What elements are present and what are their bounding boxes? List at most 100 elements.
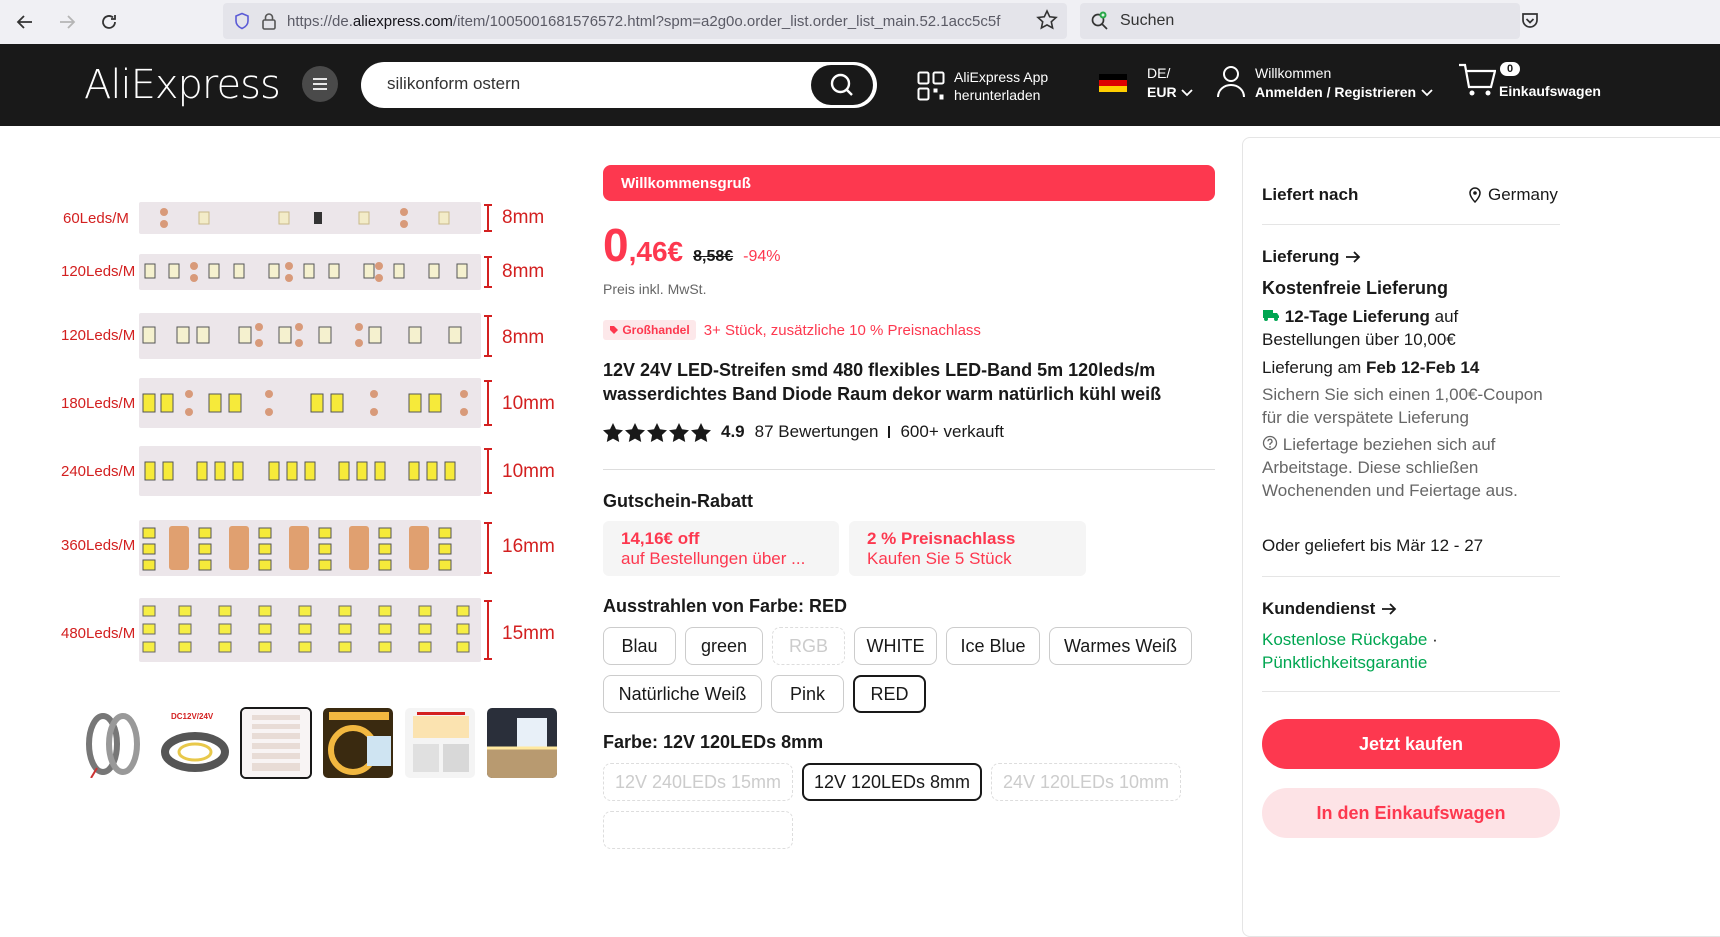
coupon-card[interactable]: 2 % Preisnachlass Kaufen Sie 5 Stück — [849, 521, 1086, 576]
browser-search-placeholder: Suchen — [1120, 12, 1175, 29]
browser-search-field[interactable]: Suchen — [1080, 3, 1520, 39]
category-menu-button[interactable] — [302, 66, 338, 102]
aliexpress-logo[interactable]: AliExpress — [84, 62, 281, 108]
cart-link[interactable]: 0 Einkaufswagen — [1458, 62, 1601, 103]
bookmark-star-icon[interactable] — [1036, 9, 1058, 31]
wholesale-text: 3+ Stück, zusätzliche 10 % Preisnachlass — [703, 321, 981, 339]
thumbnail[interactable] — [404, 707, 476, 779]
color-option[interactable]: Natürliche Weiß — [603, 675, 762, 713]
divider — [1262, 691, 1560, 692]
color-option[interactable]: Ice Blue — [946, 627, 1040, 665]
cart-count-badge: 0 — [1500, 62, 1521, 76]
color-option[interactable]: WHITE — [854, 627, 937, 665]
reviews-link[interactable]: 87 Bewertungen — [755, 422, 879, 442]
account-menu[interactable]: Willkommen Anmelden / Registrieren — [1215, 64, 1433, 102]
site-header: AliExpress AliExpress App herunterladen D… — [0, 44, 1720, 126]
led-strip-image — [139, 378, 481, 428]
free-delivery-title: Kostenfreie Lieferung — [1262, 278, 1449, 298]
coupon-title: 14,16€ off — [621, 529, 700, 548]
delivery-speed: 12-Tage Lieferung auf Bestellungen über … — [1262, 307, 1459, 349]
forward-button[interactable] — [46, 0, 88, 44]
discount-percent: -94% — [743, 248, 781, 265]
language-currency-selector[interactable]: DE/ EUR — [1147, 64, 1193, 102]
app-line2: herunterladen — [954, 87, 1041, 103]
ships-to-selector[interactable]: Germany — [1468, 185, 1558, 205]
delivery-heading[interactable]: Lieferung — [1262, 247, 1361, 267]
chevron-down-icon — [1421, 88, 1433, 96]
width-bracket — [484, 380, 492, 426]
shopping-cart-icon — [1459, 63, 1497, 96]
add-to-cart-button[interactable]: In den Einkaufswagen — [1262, 788, 1560, 838]
thumbnail[interactable] — [486, 707, 558, 779]
color-option[interactable]: Warmes Weiß — [1049, 627, 1192, 665]
strip-width-label: 16mm — [502, 536, 555, 557]
url-text: https://de.aliexpress.com/item/100500168… — [287, 12, 1001, 30]
workdays-note: Liefertage beziehen sich auf Arbeitstage… — [1262, 435, 1518, 500]
rating-value: 4.9 — [721, 422, 745, 441]
germany-flag-icon — [1099, 74, 1127, 92]
strip-width-label: 10mm — [502, 461, 555, 482]
color-option-selected[interactable]: RED — [853, 675, 926, 713]
product-main-image[interactable]: 60Leds/M 8mm 120Leds/M 8mm 120Leds/M 8mm… — [55, 180, 575, 680]
color-option[interactable]: green — [685, 627, 763, 665]
color-option[interactable]: Blau — [603, 627, 676, 665]
shield-icon — [235, 12, 249, 30]
buy-now-button[interactable]: Jetzt kaufen — [1262, 719, 1560, 769]
login-register-link[interactable]: Anmelden / Registrieren — [1255, 83, 1416, 102]
back-button[interactable] — [4, 0, 46, 44]
wholesale-badge: Großhandel — [603, 320, 696, 340]
original-price: 8,58€ — [693, 248, 734, 265]
led-strip-image — [139, 202, 481, 234]
free-returns-link[interactable]: Kostenlose Rückgabe — [1262, 630, 1427, 649]
late-delivery-coupon-note: Sichern Sie sich einen 1,00€-Coupon für … — [1262, 385, 1543, 427]
ships-to-label: Liefert nach — [1262, 185, 1359, 204]
wholesale-row: Großhandel 3+ Stück, zusätzliche 10 % Pr… — [603, 320, 981, 340]
thumbnail[interactable] — [322, 707, 394, 779]
reload-button[interactable] — [88, 0, 130, 44]
customer-service-heading[interactable]: Kundendienst — [1262, 599, 1397, 619]
variant-option-selected[interactable]: 12V 120LEDs 8mm — [802, 763, 982, 801]
color-option[interactable]: Pink — [771, 675, 844, 713]
coupon-card[interactable]: 14,16€ off auf Bestellungen über ... — [603, 521, 839, 576]
thumbnail[interactable]: DC12V/24V — [158, 707, 230, 779]
pocket-icon[interactable] — [1520, 11, 1540, 31]
star-icon — [691, 422, 711, 442]
coupon-heading: Gutschein-Rabatt — [603, 491, 754, 511]
currency-label: EUR — [1147, 84, 1177, 100]
star-icon — [625, 422, 645, 442]
star-icon — [647, 422, 667, 442]
coupon-title: 2 % Preisnachlass — [867, 529, 1016, 548]
qr-code-icon — [917, 71, 945, 101]
tag-icon — [610, 326, 618, 334]
reload-icon — [102, 15, 116, 29]
thumbnail[interactable] — [76, 707, 148, 779]
strip-density-label: 120Leds/M — [61, 327, 136, 344]
lock-icon — [262, 13, 276, 30]
strip-width-label: 10mm — [502, 393, 555, 414]
width-bracket — [484, 600, 492, 660]
site-search-button[interactable] — [811, 65, 873, 105]
site-search-input[interactable] — [387, 74, 787, 94]
strip-density-label: 180Leds/M — [61, 395, 136, 412]
variant-option-disabled[interactable] — [603, 811, 793, 849]
language-label: DE/ — [1147, 65, 1171, 81]
strip-density-label: 60Leds/M — [63, 210, 129, 227]
coupon-subtitle: Kaufen Sie 5 Stück — [867, 549, 1012, 568]
arrow-right-icon — [1346, 251, 1361, 263]
rating-row: 4.9 87 Bewertungen 600+ verkauft — [603, 422, 1004, 442]
strip-density-label: 480Leds/M — [61, 625, 136, 642]
app-download-link[interactable]: AliExpress App herunterladen — [917, 68, 1048, 104]
color-option-disabled[interactable]: RGB — [772, 627, 845, 665]
led-strip-image — [139, 313, 481, 359]
thumbnail-strip: DC12V/24V — [76, 707, 558, 779]
welcome-deal-banner: Willkommensgruß — [603, 165, 1215, 201]
thumbnail-selected[interactable] — [240, 707, 312, 779]
on-time-guarantee-link[interactable]: Pünktlichkeitsgarantie — [1262, 653, 1427, 672]
strip-density-label: 360Leds/M — [61, 537, 136, 554]
site-search-box — [361, 62, 877, 108]
question-circle-icon — [1262, 435, 1278, 451]
variant-option-disabled[interactable]: 12V 240LEDs 15mm — [603, 763, 793, 801]
app-line1: AliExpress App — [954, 69, 1049, 85]
address-bar[interactable]: https://de.aliexpress.com/item/100500168… — [223, 3, 1067, 39]
variant-option-disabled[interactable]: 24V 120LEDs 10mm — [991, 763, 1181, 801]
